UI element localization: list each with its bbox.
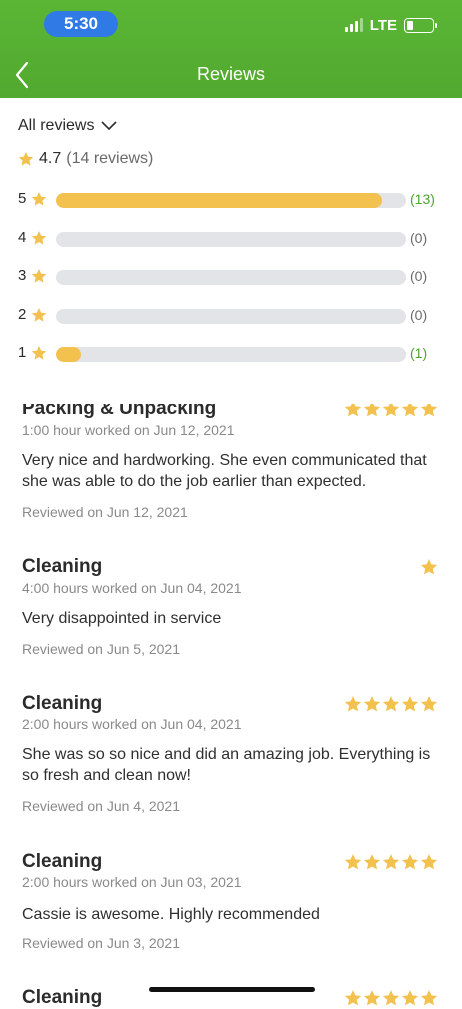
review-card[interactable]: Cleaning 4:00 hours worked on Jun 04, 20… [0, 538, 462, 677]
star-icon [382, 990, 400, 1006]
rating-bar-track [56, 193, 406, 208]
star-icon [363, 854, 381, 870]
star-icon [420, 559, 438, 575]
star-icon [344, 854, 362, 870]
rating-row-3[interactable]: 3 (0) [18, 266, 438, 286]
rating-count: (0) [410, 307, 428, 323]
star-icon [401, 854, 419, 870]
star-icon [363, 990, 381, 1006]
review-worked-hours: 2:00 hours worked on Jun 03, 2021 [22, 874, 242, 890]
review-text: Very nice and hardworking. She even comm… [22, 452, 427, 490]
review-card[interactable]: Cleaning [0, 972, 462, 1008]
star-icon [31, 308, 47, 322]
review-title: Cleaning [22, 851, 103, 872]
star-icon [420, 990, 438, 1006]
rating-label: 4 [18, 229, 27, 246]
rating-summary: All reviews 4.7 (14 reviews) 5 (13) 4 (0… [0, 98, 462, 404]
rating-row-5[interactable]: 5 (13) [18, 189, 438, 209]
review-worked-hours: 1:00 hour worked on Jun 12, 2021 [22, 422, 235, 438]
star-icon [344, 990, 362, 1006]
star-icon [420, 696, 438, 712]
star-icon [31, 231, 47, 245]
average-rating: 4.7 (14 reviews) [18, 150, 153, 168]
rating-bar-track [56, 347, 406, 362]
app-header: 5:30 LTE Reviews [0, 0, 462, 98]
review-card[interactable]: Cleaning 2:00 hours worked on Jun 03, 20… [0, 834, 462, 973]
review-text: She was so so nice and did an amazing jo… [22, 746, 431, 784]
rating-bar-fill [56, 193, 382, 208]
star-icon [31, 346, 47, 360]
rating-bar-track [56, 270, 406, 285]
review-stars [344, 853, 438, 871]
rating-bar-fill [56, 347, 81, 362]
rating-label: 2 [18, 306, 27, 323]
star-icon [382, 696, 400, 712]
status-time: 5:30 [44, 11, 118, 37]
page-title: Reviews [196, 64, 266, 84]
review-text: Very disappointed in service [22, 610, 222, 627]
review-title: Cleaning [22, 693, 103, 714]
rating-count: (0) [410, 268, 428, 284]
rating-label: 3 [18, 267, 27, 284]
review-stars [344, 695, 438, 713]
home-indicator [149, 987, 315, 992]
review-title: Cleaning [22, 987, 103, 1008]
review-card[interactable]: Packing & Unpacking 1:00 hour worked on … [0, 388, 462, 539]
star-icon [31, 192, 47, 206]
network-label: LTE [369, 16, 397, 34]
rating-count: (0) [410, 230, 428, 246]
review-worked-hours: 4:00 hours worked on Jun 04, 2021 [22, 580, 242, 596]
rating-count: (1) [410, 345, 428, 361]
rating-row-4[interactable]: 4 (0) [18, 228, 438, 248]
star-icon [363, 696, 381, 712]
star-icon [401, 990, 419, 1006]
review-card[interactable]: Cleaning 2:00 hours worked on Jun 04, 20… [0, 676, 462, 835]
battery-icon [404, 17, 437, 33]
rating-label: 1 [18, 344, 27, 361]
review-filter-dropdown[interactable]: All reviews [18, 117, 118, 135]
star-icon [31, 269, 47, 283]
rating-row-1[interactable]: 1 (1) [18, 343, 438, 363]
review-stars [344, 989, 438, 1007]
star-icon [382, 854, 400, 870]
review-date: Reviewed on Jun 12, 2021 [22, 504, 188, 520]
review-text: Cassie is awesome. Highly recommended [22, 906, 320, 923]
status-indicators: LTE [344, 14, 437, 36]
star-icon [401, 696, 419, 712]
review-date: Reviewed on Jun 3, 2021 [22, 935, 180, 951]
rating-bar-track [56, 232, 406, 247]
filter-label: All reviews [18, 117, 95, 134]
review-worked-hours: 2:00 hours worked on Jun 04, 2021 [22, 716, 242, 732]
signal-icon [344, 18, 363, 32]
rating-label: 5 [18, 190, 27, 207]
review-count: (14 reviews) [66, 150, 154, 167]
rating-count: (13) [410, 191, 435, 207]
average-value: 4.7 [39, 150, 62, 167]
chevron-down-icon [101, 121, 118, 131]
review-title: Cleaning [22, 556, 103, 577]
rating-bar-track [56, 309, 406, 324]
review-date: Reviewed on Jun 5, 2021 [22, 641, 180, 657]
review-stars [420, 558, 438, 576]
star-icon [18, 152, 34, 166]
rating-row-2[interactable]: 2 (0) [18, 305, 438, 325]
review-date: Reviewed on Jun 4, 2021 [22, 798, 180, 814]
star-icon [344, 696, 362, 712]
star-icon [420, 854, 438, 870]
